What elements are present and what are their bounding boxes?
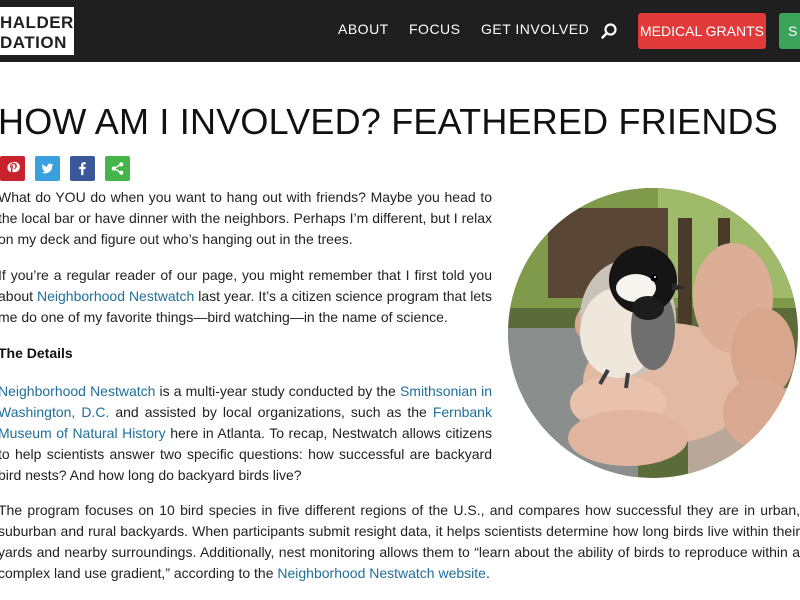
bird-illustration xyxy=(508,188,798,478)
share-button[interactable] xyxy=(105,156,130,181)
logo-text-line1: HALDER xyxy=(0,13,74,32)
reader-paragraph: If you’re a regular reader of our page, … xyxy=(0,265,492,328)
share-icon xyxy=(111,162,124,175)
green-nav-button[interactable]: S xyxy=(779,13,800,49)
program-paragraph: The program focuses on 10 bird species i… xyxy=(0,500,800,584)
page-title: HOW AM I INVOLVED? FEATHERED FRIENDS xyxy=(0,101,778,142)
details-paragraph: Neighborhood Nestwatch is a multi-year s… xyxy=(0,381,492,486)
intro-paragraph: What do YOU do when you want to hang out… xyxy=(0,189,492,247)
nav-get-involved[interactable]: GET INVOLVED xyxy=(481,21,589,37)
nestwatch-website-link[interactable]: Neighborhood Nestwatch website xyxy=(277,565,486,581)
twitter-icon xyxy=(41,163,54,174)
nav-focus[interactable]: FOCUS xyxy=(409,21,461,37)
search-icon[interactable] xyxy=(600,22,618,40)
text-span: . xyxy=(485,565,490,581)
text-span: and assisted by local organizations, suc… xyxy=(109,404,433,420)
section-heading-details: The Details xyxy=(0,345,73,361)
site-logo[interactable]: HALDER DATION xyxy=(0,5,76,57)
twitter-share-button[interactable] xyxy=(35,156,60,181)
pinterest-icon xyxy=(7,161,20,173)
site-header: HALDER DATION ABOUT FOCUS GET INVOLVED M… xyxy=(0,0,800,62)
pinterest-share-button[interactable] xyxy=(0,156,25,181)
logo-text-line2: DATION xyxy=(0,33,67,52)
chickadee-in-hand-photo xyxy=(508,188,798,478)
medical-grants-button[interactable]: MEDICAL GRANTS xyxy=(638,13,766,49)
facebook-share-button[interactable] xyxy=(70,156,95,181)
facebook-icon xyxy=(79,162,86,176)
text-span: is a multi-year study conducted by the xyxy=(155,383,400,399)
nestwatch-link[interactable]: Neighborhood Nestwatch xyxy=(37,288,194,304)
nav-about[interactable]: ABOUT xyxy=(338,21,389,37)
nestwatch-link[interactable]: Neighborhood Nestwatch xyxy=(0,383,155,399)
